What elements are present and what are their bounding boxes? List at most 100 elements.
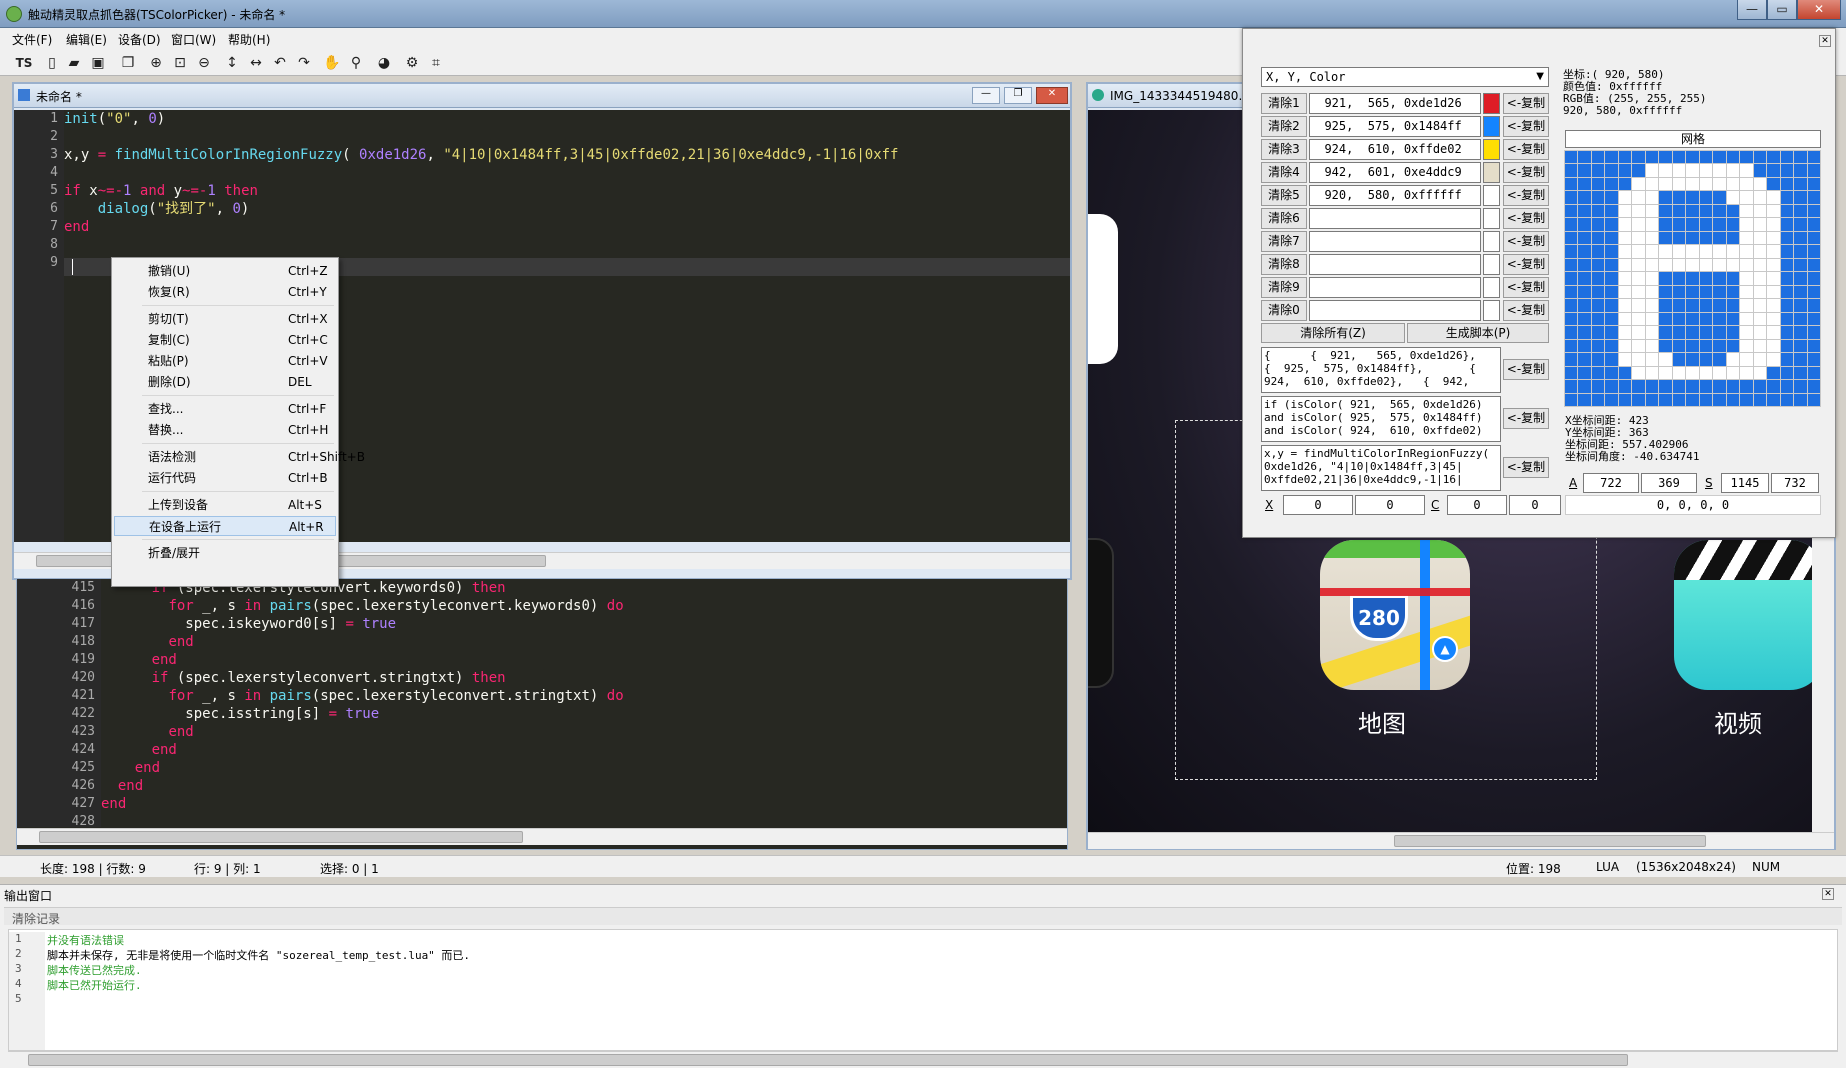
menu-window[interactable]: 窗口(W) [171, 31, 216, 48]
copy-button[interactable]: <-复制 [1503, 277, 1549, 298]
s-value-2[interactable]: 732 [1771, 473, 1819, 493]
a-value-1[interactable]: 722 [1583, 473, 1639, 493]
context-menu-item[interactable]: 剪切(T) Ctrl+X [114, 309, 336, 329]
clear-slot-button[interactable]: 清除3 [1261, 139, 1307, 160]
copy-button[interactable]: <-复制 [1503, 300, 1549, 321]
editor-close-button[interactable]: ✕ [1036, 87, 1068, 104]
screenshot-icon[interactable]: ⌗ [426, 53, 446, 73]
magnifier-icon[interactable]: ⚲ [346, 53, 366, 73]
close-button[interactable]: ✕ [1797, 0, 1841, 20]
clear-log-button[interactable]: 清除记录 [12, 910, 60, 927]
output-close-button[interactable]: ✕ [1822, 888, 1834, 900]
x-value-2[interactable]: 0 [1355, 495, 1425, 515]
menu-device[interactable]: 设备(D) [118, 31, 161, 48]
settings-icon[interactable]: ⚙ [402, 53, 422, 73]
save-icon[interactable]: ▣ [88, 53, 108, 73]
code-editor-2[interactable]: if (spec.lexerstyleconvert.keywords0) th… [101, 579, 1057, 827]
color-slot-value[interactable]: 921, 565, 0xde1d26 [1309, 93, 1481, 114]
c-value-1[interactable]: 0 [1447, 495, 1507, 515]
menu-file[interactable]: 文件(F) [12, 31, 52, 48]
output-horizontal-scrollbar[interactable] [8, 1051, 1838, 1068]
color-slot-value[interactable] [1309, 208, 1481, 229]
copy-button[interactable]: <-复制 [1503, 185, 1549, 206]
zoom-out-icon[interactable]: ⊖ [194, 53, 214, 73]
c-value-2[interactable]: 0 [1509, 495, 1561, 515]
color-slot-value[interactable] [1309, 231, 1481, 252]
clear-slot-button[interactable]: 清除8 [1261, 254, 1307, 275]
hand-icon[interactable]: ✋ [322, 53, 342, 73]
generate-script-button[interactable]: 生成脚本(P) [1407, 323, 1549, 343]
copy-button[interactable]: <-复制 [1503, 116, 1549, 137]
clear-slot-button[interactable]: 清除6 [1261, 208, 1307, 229]
clear-slot-button[interactable]: 清除2 [1261, 116, 1307, 137]
clear-slot-button[interactable]: 清除5 [1261, 185, 1307, 206]
context-menu-item[interactable]: 撤销(U) Ctrl+Z [114, 261, 336, 281]
context-menu-item[interactable]: 语法检测 Ctrl+Shift+B [114, 447, 365, 467]
color-slot-value[interactable] [1309, 254, 1481, 275]
copy-button[interactable]: <-复制 [1503, 254, 1549, 275]
context-menu-item[interactable]: 上传到设备 Alt+S [114, 495, 336, 515]
context-menu-item[interactable]: 复制(C) Ctrl+C [114, 330, 336, 350]
undo-icon[interactable]: ↶ [270, 53, 290, 73]
clear-slot-button[interactable]: 清除4 [1261, 162, 1307, 183]
mode-select[interactable]: X, Y, Color ▼ [1261, 67, 1549, 87]
context-menu-item[interactable]: 在设备上运行 Alt+R [114, 516, 336, 536]
context-menu-item[interactable]: 恢复(R) Ctrl+Y [114, 282, 336, 302]
move-horizontal-icon[interactable]: ↔ [246, 53, 266, 73]
clear-slot-button[interactable]: 清除9 [1261, 277, 1307, 298]
minimize-button[interactable]: — [1737, 0, 1767, 20]
maximize-button[interactable]: ▭ [1767, 0, 1797, 20]
scroll-thumb[interactable] [39, 831, 523, 843]
editor-minimize-button[interactable]: — [972, 87, 1000, 104]
color-slot-value[interactable]: 920, 580, 0xffffff [1309, 185, 1481, 206]
clear-slot-button[interactable]: 清除0 [1261, 300, 1307, 321]
x-value-1[interactable]: 0 [1283, 495, 1353, 515]
script-output-box[interactable]: if (isColor( 921, 565, 0xde1d26) and isC… [1261, 396, 1501, 442]
copy-script-button[interactable]: <-复制 [1503, 408, 1549, 429]
clear-slot-button[interactable]: 清除1 [1261, 93, 1307, 114]
menu-edit[interactable]: 编辑(E) [66, 31, 107, 48]
copy-button[interactable]: <-复制 [1503, 162, 1549, 183]
copy-button[interactable]: <-复制 [1503, 139, 1549, 160]
color-slot-value[interactable]: 924, 610, 0xffde02 [1309, 139, 1481, 160]
a-value-2[interactable]: 369 [1641, 473, 1697, 493]
color-slot-value[interactable]: 925, 575, 0x1484ff [1309, 116, 1481, 137]
picker-close-button[interactable]: ✕ [1819, 35, 1831, 47]
pages-icon[interactable]: ❐ [118, 53, 138, 73]
script-output-box[interactable]: { { 921, 565, 0xde1d26}, { 925, 575, 0x1… [1261, 347, 1501, 393]
color-slot-value[interactable] [1309, 300, 1481, 321]
editor2-horizontal-scrollbar[interactable] [17, 828, 1067, 845]
video-app-icon[interactable] [1674, 540, 1812, 690]
context-menu-item[interactable]: 运行代码 Ctrl+B [114, 468, 336, 488]
move-vertical-icon[interactable]: ↕ [222, 53, 242, 73]
clear-slot-button[interactable]: 清除7 [1261, 231, 1307, 252]
context-menu-item[interactable]: 粘贴(P) Ctrl+V [114, 351, 336, 371]
copy-button[interactable]: <-复制 [1503, 231, 1549, 252]
zoom-in-icon[interactable]: ⊕ [146, 53, 166, 73]
ts-logo-icon[interactable]: TS [14, 53, 34, 73]
s-value-1[interactable]: 1145 [1721, 473, 1769, 493]
redo-icon[interactable]: ↷ [294, 53, 314, 73]
context-menu-item[interactable]: 查找... Ctrl+F [114, 399, 336, 419]
open-folder-icon[interactable]: ▰ [64, 53, 84, 73]
clear-all-button[interactable]: 清除所有(Z) [1261, 323, 1405, 343]
new-file-icon[interactable]: ▯ [42, 53, 62, 73]
copy-button[interactable]: <-复制 [1503, 93, 1549, 114]
script-output-box[interactable]: x,y = findMultiColorInRegionFuzzy( 0xde1… [1261, 445, 1501, 491]
menu-help[interactable]: 帮助(H) [228, 31, 270, 48]
editor-restore-button[interactable]: ❐ [1004, 87, 1032, 104]
context-menu-item[interactable]: 删除(D) DEL [114, 372, 336, 392]
copy-script-button[interactable]: <-复制 [1503, 359, 1549, 380]
context-menu-item[interactable]: 折叠/展开 [114, 543, 336, 563]
scroll-thumb[interactable] [1394, 835, 1706, 847]
color-slot-value[interactable]: 942, 601, 0xe4ddc9 [1309, 162, 1481, 183]
color-palette-icon[interactable]: ◕ [374, 53, 394, 73]
image-horizontal-scrollbar[interactable] [1088, 832, 1834, 849]
maps-app-icon[interactable]: 280 ▲ [1320, 540, 1470, 690]
fit-icon[interactable]: ⊡ [170, 53, 190, 73]
copy-button[interactable]: <-复制 [1503, 208, 1549, 229]
copy-script-button[interactable]: <-复制 [1503, 457, 1549, 478]
scroll-thumb[interactable] [28, 1054, 1628, 1066]
color-slot-value[interactable] [1309, 277, 1481, 298]
context-menu-item[interactable]: 替换... Ctrl+H [114, 420, 336, 440]
